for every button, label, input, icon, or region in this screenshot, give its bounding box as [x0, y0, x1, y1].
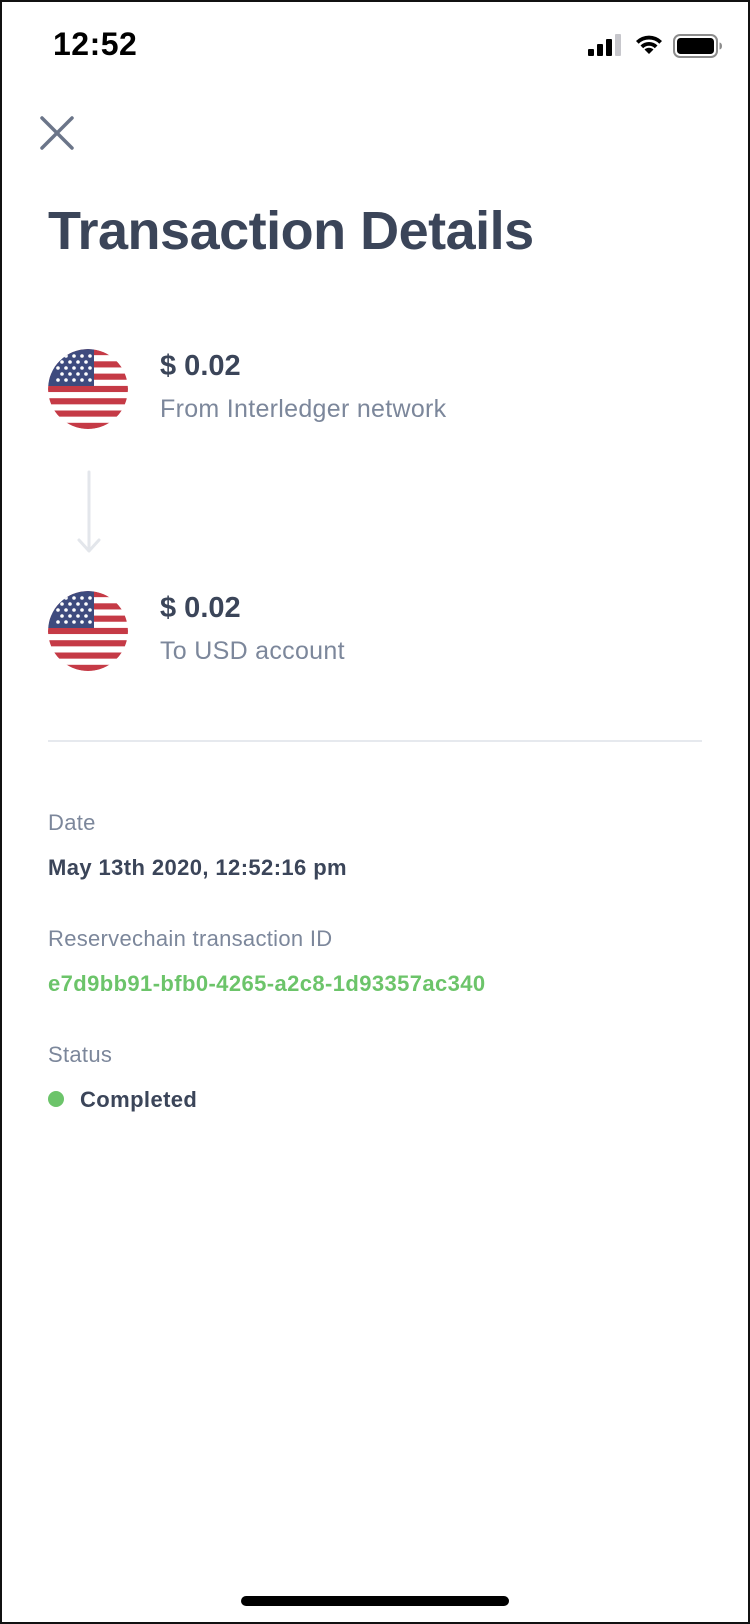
us-flag-icon	[48, 591, 128, 671]
status-time: 12:52	[53, 26, 138, 62]
section-divider	[48, 740, 702, 742]
transaction-id-label: Reservechain transaction ID	[48, 926, 333, 951]
from-description: From Interledger network	[160, 395, 447, 423]
home-indicator[interactable]	[241, 1596, 509, 1606]
date-label: Date	[48, 810, 96, 835]
arrow-down-icon	[77, 470, 101, 553]
from-amount: $ 0.02	[160, 350, 241, 382]
close-icon[interactable]	[38, 114, 76, 152]
us-flag-icon	[48, 349, 128, 429]
wifi-icon	[636, 35, 662, 54]
to-description: To USD account	[160, 637, 345, 665]
status-value: Completed	[80, 1087, 198, 1112]
transaction-id-link[interactable]: e7d9bb91-bfb0-4265-a2c8-1d93357ac340	[48, 971, 486, 997]
status-indicator-dot	[48, 1091, 64, 1107]
status-bar: 12:52	[0, 0, 750, 90]
page-title: Transaction Details	[48, 201, 534, 261]
battery-icon	[673, 34, 722, 58]
date-value: May 13th 2020, 12:52:16 pm	[48, 855, 347, 880]
status-label: Status	[48, 1042, 113, 1067]
to-amount: $ 0.02	[160, 592, 241, 624]
cellular-signal-icon	[588, 34, 621, 56]
